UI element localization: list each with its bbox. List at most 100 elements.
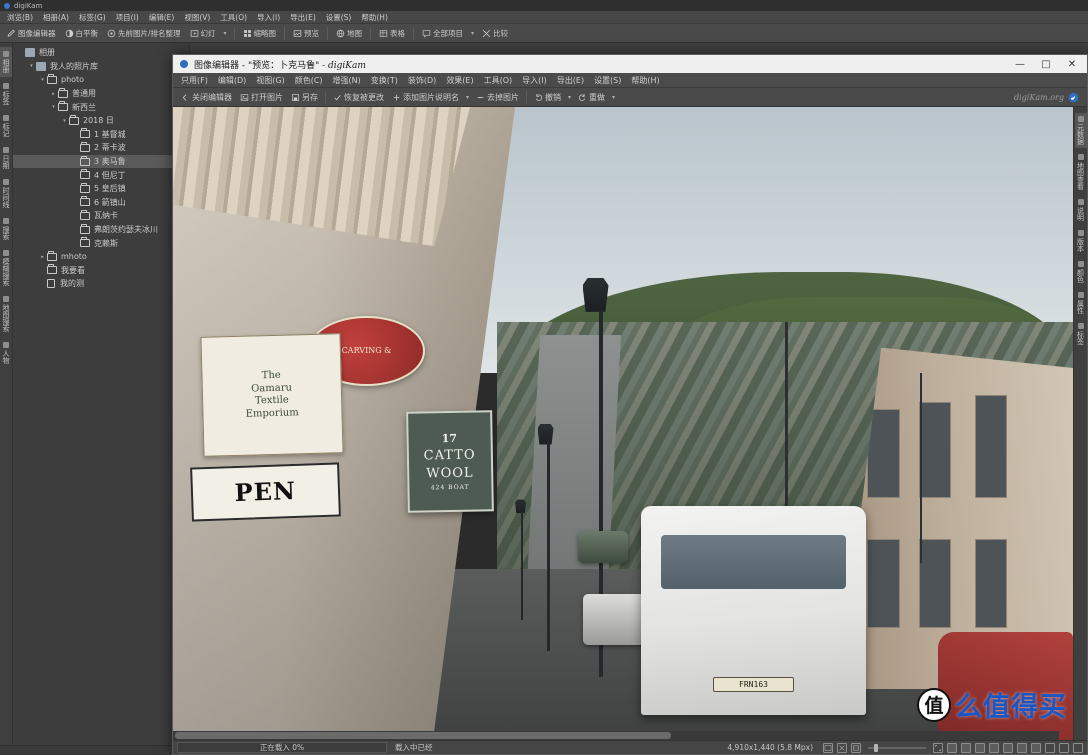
tree-item[interactable]: ▸普通用 xyxy=(13,87,189,101)
statusbar-settings-icon[interactable] xyxy=(1059,743,1069,753)
statusbar-icon-e[interactable] xyxy=(1003,743,1013,753)
maximize-button[interactable]: □ xyxy=(1033,55,1059,73)
window-controls[interactable]: — □ ✕ xyxy=(1007,55,1085,73)
main-toolbar[interactable]: 图像编辑器 白平衡 先前图片/排名整理 幻灯 ▾ 缩略图 xyxy=(0,24,1088,43)
main-menu-export[interactable]: 导出(E) xyxy=(285,11,321,24)
editor-remove-button[interactable]: 去掉图片 xyxy=(472,91,523,104)
close-button[interactable]: ✕ xyxy=(1059,55,1085,73)
main-menu-settings[interactable]: 设置(S) xyxy=(321,11,357,24)
editor-add-caption-button[interactable]: 添加图片说明名 xyxy=(388,91,463,104)
editor-menu-item-5[interactable]: 变换(T) xyxy=(366,73,403,88)
toolbar-preview-button[interactable]: 预览 xyxy=(289,27,323,40)
sidebar-item-people[interactable]: 人物 xyxy=(0,338,12,368)
zoom-slider[interactable] xyxy=(868,743,926,753)
editor-open-button[interactable]: 打开图片 xyxy=(236,91,287,104)
tree-item[interactable]: 瓦纳卡 xyxy=(13,209,189,223)
sidebar-item-albums[interactable]: 相册 xyxy=(0,47,12,77)
editor-sidebar-tab-6[interactable]: 标签 xyxy=(1075,320,1087,348)
statusbar-icon-d[interactable] xyxy=(989,743,999,753)
editor-undo-button[interactable]: 撤销 xyxy=(530,91,565,104)
tree-item[interactable]: ▾新西兰 xyxy=(13,100,189,114)
main-menu-album[interactable]: 相册(A) xyxy=(38,11,74,24)
editor-redo-button[interactable]: 重做 xyxy=(574,91,609,104)
toolbar-map-button[interactable]: 地图 xyxy=(332,27,366,40)
main-menubar[interactable]: 浏览(B) 相册(A) 标签(G) 项目(I) 编辑(E) 视图(V) 工具(O… xyxy=(0,11,1088,24)
tree-item[interactable]: 5 皇后镇 xyxy=(13,182,189,196)
editor-right-sidebar-tabs[interactable]: 元数据地图查看说明版本颜色属性标签 xyxy=(1073,107,1087,740)
tree-item[interactable]: 克赖斯 xyxy=(13,236,189,250)
main-menu-import[interactable]: 导入(I) xyxy=(252,11,285,24)
editor-menu-item-3[interactable]: 颜色(C) xyxy=(290,73,328,88)
zoom-slider-knob[interactable] xyxy=(874,744,878,752)
main-menu-item[interactable]: 项目(I) xyxy=(111,11,144,24)
statusbar-info-icon[interactable] xyxy=(1045,743,1055,753)
toolbar-allitems-button[interactable]: 全部项目 xyxy=(418,27,467,40)
editor-menu-item-0[interactable]: 只用(F) xyxy=(176,73,213,88)
minimize-button[interactable]: — xyxy=(1007,55,1033,73)
sidebar-item-dates[interactable]: 日期 xyxy=(0,143,12,173)
editor-sidebar-tab-0[interactable]: 元数据 xyxy=(1075,113,1087,148)
tree-item[interactable]: 6 箭镇山 xyxy=(13,196,189,210)
toolbar-image-editor-button[interactable]: 图像编辑器 xyxy=(3,27,60,40)
sidebar-item-labels[interactable]: 标记 xyxy=(0,111,12,141)
caption-dropdown-caret-icon[interactable]: ▾ xyxy=(463,94,472,101)
allitems-dropdown-caret-icon[interactable]: ▾ xyxy=(468,30,477,37)
editor-close-button[interactable]: 关闭编辑器 xyxy=(177,91,236,104)
canvas-horizontal-scrollbar[interactable] xyxy=(173,731,1059,740)
editor-save-button[interactable]: 另存 xyxy=(287,91,322,104)
fit-window-icon[interactable] xyxy=(823,743,833,753)
toolbar-compare-button[interactable]: 比较 xyxy=(478,27,512,40)
tree-expander-icon[interactable]: ▾ xyxy=(38,77,47,83)
tree-item[interactable]: 相册 xyxy=(13,46,189,60)
editor-sidebar-tab-1[interactable]: 地图查看 xyxy=(1075,151,1087,193)
tree-item[interactable]: 我要看 xyxy=(13,264,189,278)
editor-menu-item-2[interactable]: 视图(G) xyxy=(251,73,289,88)
album-tree[interactable]: 相册▾我人的照片库▾photo▸普通用▾新西兰▾2018 日1 基督城2 蒂卡波… xyxy=(13,43,190,745)
statusbar-help-icon[interactable] xyxy=(1073,743,1083,753)
toolbar-slideshow-button[interactable]: 幻灯 xyxy=(186,27,220,40)
tree-expander-icon[interactable]: ▾ xyxy=(60,118,69,124)
scrollbar-thumb[interactable] xyxy=(175,732,671,739)
digikam-org-link[interactable]: digiKam.org xyxy=(1014,92,1083,103)
editor-toolbar[interactable]: 关闭编辑器 打开图片 另存 恢复被更改 添加图片说明名 ▾ 去掉 xyxy=(173,88,1087,107)
editor-menu-item-6[interactable]: 装饰(D) xyxy=(403,73,441,88)
crop-icon[interactable] xyxy=(851,743,861,753)
editor-menu-item-4[interactable]: 增强(N) xyxy=(328,73,366,88)
editor-menu-item-8[interactable]: 工具(O) xyxy=(479,73,518,88)
tree-item[interactable]: 1 基督城 xyxy=(13,128,189,142)
sidebar-item-tags[interactable]: 标签 xyxy=(0,79,12,109)
statusbar-icon-a[interactable] xyxy=(947,743,957,753)
editor-menu-item-12[interactable]: 帮助(H) xyxy=(626,73,664,88)
tree-expander-icon[interactable]: ▸ xyxy=(49,91,58,97)
statusbar-icon-f[interactable] xyxy=(1017,743,1027,753)
editor-menu-item-11[interactable]: 设置(S) xyxy=(589,73,626,88)
editor-titlebar[interactable]: 图像编辑器 - "预览：卜克马鲁" - digiKam — □ ✕ xyxy=(173,55,1087,73)
main-menu-edit[interactable]: 编辑(E) xyxy=(144,11,180,24)
sidebar-item-search[interactable]: 搜索 xyxy=(0,214,12,244)
image-canvas[interactable]: CARVING & The Oamaru Textile Emporium PE… xyxy=(173,107,1073,740)
editor-menu-item-10[interactable]: 导出(E) xyxy=(552,73,589,88)
main-menu-view[interactable]: 视图(V) xyxy=(179,11,215,24)
main-menu-tag[interactable]: 标签(G) xyxy=(74,11,111,24)
tree-item[interactable]: 我的测 xyxy=(13,277,189,291)
statusbar-icon-c[interactable] xyxy=(975,743,985,753)
sidebar-item-map-search[interactable]: 地图搜索 xyxy=(0,292,12,336)
redo-dropdown-caret-icon[interactable]: ▾ xyxy=(609,94,618,101)
toolbar-table-button[interactable]: 表格 xyxy=(375,27,409,40)
undo-dropdown-caret-icon[interactable]: ▾ xyxy=(565,94,574,101)
statusbar-icon-g[interactable] xyxy=(1031,743,1041,753)
main-menu-tools[interactable]: 工具(O) xyxy=(215,11,252,24)
tree-item[interactable]: ▾2018 日 xyxy=(13,114,189,128)
editor-menubar[interactable]: 只用(F)编辑(D)视图(G)颜色(C)增强(N)变换(T)装饰(D)效果(E)… xyxy=(173,73,1087,88)
toolbar-thumbnails-button[interactable]: 缩略图 xyxy=(239,27,281,40)
sidebar-item-timeline[interactable]: 时间线 xyxy=(0,175,12,212)
editor-revert-button[interactable]: 恢复被更改 xyxy=(329,91,388,104)
tree-expander-icon[interactable]: ▾ xyxy=(49,104,58,110)
editor-sidebar-tab-3[interactable]: 版本 xyxy=(1075,227,1087,255)
editor-sidebar-tab-2[interactable]: 说明 xyxy=(1075,196,1087,224)
zoom-fit-icon[interactable] xyxy=(933,743,943,753)
editor-menu-item-7[interactable]: 效果(E) xyxy=(441,73,478,88)
slideshow-dropdown-caret-icon[interactable]: ▾ xyxy=(221,30,230,37)
zoom-100-icon[interactable] xyxy=(837,743,847,753)
sidebar-item-fuzzy-search[interactable]: 模糊搜索 xyxy=(0,246,12,290)
